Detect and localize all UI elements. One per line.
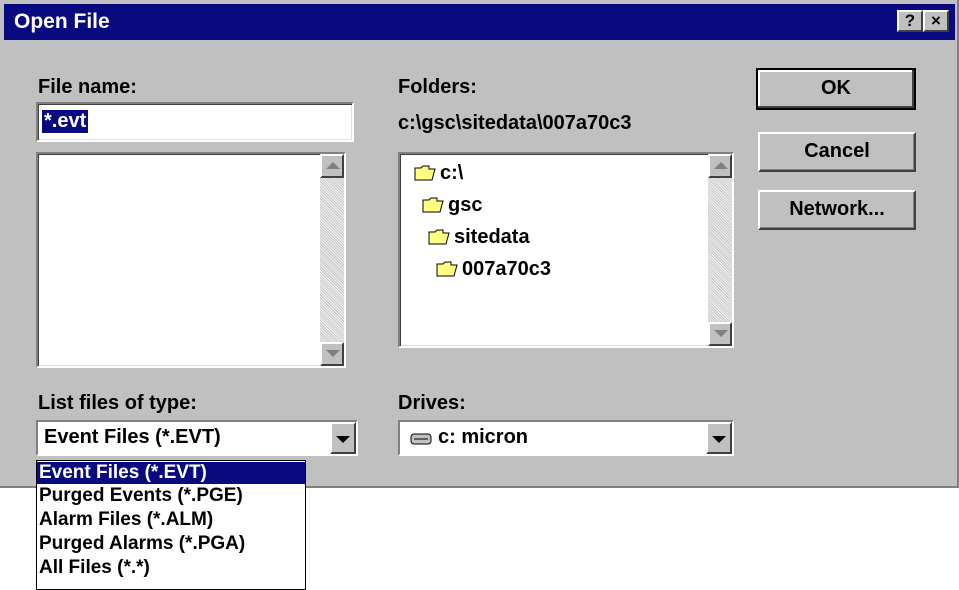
drives-label: Drives: [398,392,466,414]
file-name-label: File name: [38,76,137,98]
folder-path: c:\gsc\sitedata\007a70c3 [398,112,632,134]
scroll-down-button[interactable] [708,322,732,346]
file-list[interactable] [36,152,346,368]
file-type-dropdown-list: Event Files (*.EVT) Purged Events (*.PGE… [36,460,306,590]
drives-select[interactable]: c: micron [398,420,734,456]
file-type-dropdown-button[interactable] [330,422,356,454]
arrow-down-icon [336,436,350,443]
folder-tree[interactable]: c:\ gsc sitedata 007a70c3 [398,152,734,348]
file-type-select[interactable]: Event Files (*.EVT) [36,420,358,456]
ok-button[interactable]: OK [756,68,916,110]
file-type-option-alarm[interactable]: Alarm Files (*.ALM) [37,509,305,531]
drive-icon [410,433,432,445]
drives-dropdown-button[interactable] [706,422,732,454]
file-type-option-purged-events[interactable]: Purged Events (*.PGE) [37,485,305,507]
open-folder-icon [422,197,444,213]
open-folder-icon [436,261,458,277]
arrow-up-icon [714,162,728,169]
arrow-down-icon [326,350,340,357]
window-title: Open File [14,10,110,33]
arrow-down-icon [714,330,728,337]
arrow-up-icon [326,162,340,169]
network-button[interactable]: Network... [758,190,916,230]
cancel-button[interactable]: Cancel [758,132,916,172]
file-type-option-event[interactable]: Event Files (*.EVT) [37,462,305,484]
list-type-label: List files of type: [38,392,197,414]
file-type-option-all[interactable]: All Files (*.*) [37,557,305,579]
file-list-scrollbar[interactable] [320,154,344,366]
arrow-down-icon [712,436,726,443]
file-name-value: *.evt [42,110,89,133]
close-button[interactable]: × [923,10,949,32]
title-bar[interactable]: Open File ? × [4,4,955,40]
open-file-dialog: Open File ? × File name: *.evt Folders: … [0,0,959,488]
scroll-up-button[interactable] [320,154,344,178]
scroll-down-button[interactable] [320,342,344,366]
file-type-value: Event Files (*.EVT) [44,426,221,448]
scroll-up-button[interactable] [708,154,732,178]
open-folder-icon [428,229,450,245]
drives-value: c: micron [438,426,529,448]
file-type-option-purged-alarms[interactable]: Purged Alarms (*.PGA) [37,533,305,555]
help-button[interactable]: ? [897,10,923,32]
folder-tree-scrollbar[interactable] [708,154,732,346]
folders-label: Folders: [398,76,477,98]
open-folder-icon [414,165,436,181]
file-name-input[interactable]: *.evt [36,102,354,142]
